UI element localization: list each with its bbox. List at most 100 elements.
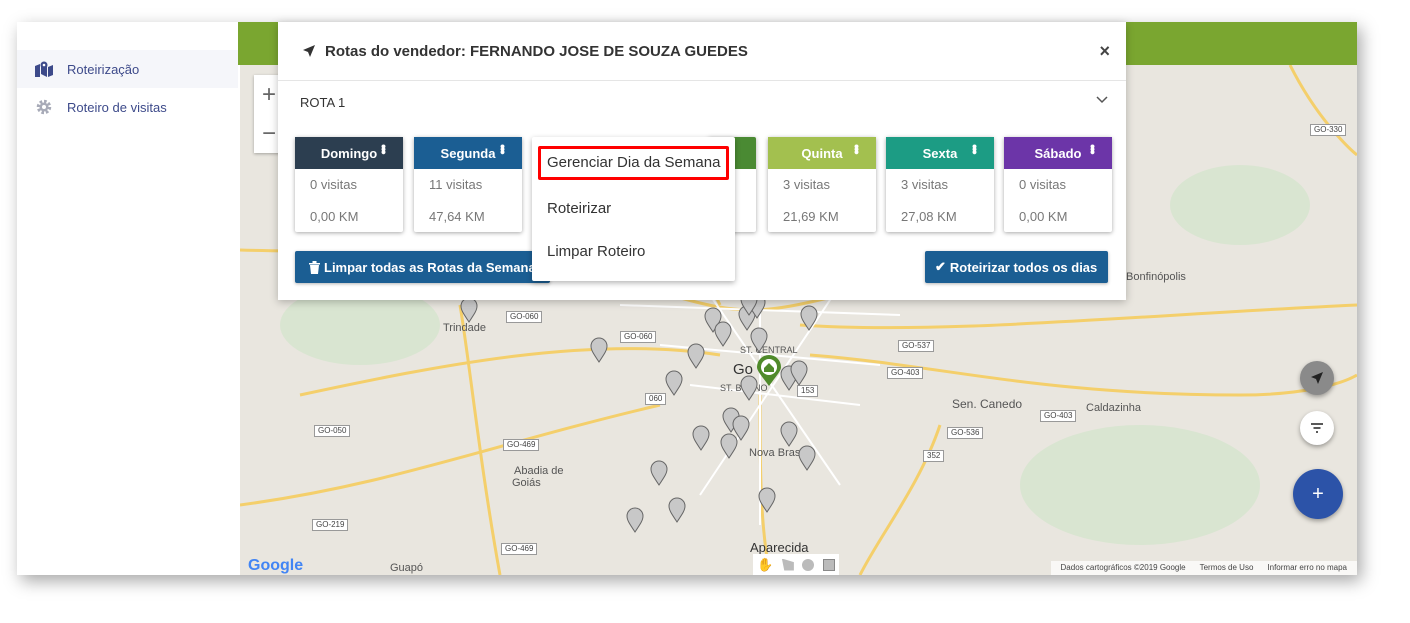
client-marker-icon[interactable] bbox=[687, 343, 705, 369]
day-visits: 11 visitas bbox=[429, 177, 483, 192]
client-marker-icon[interactable] bbox=[692, 425, 710, 451]
day-card-header: Domingo ••• bbox=[295, 137, 403, 169]
client-marker-icon[interactable] bbox=[780, 421, 798, 447]
map-attribution: Dados cartográficos ©2019 Google Termos … bbox=[1050, 561, 1357, 575]
modal-header: Rotas do vendedor: FERNANDO JOSE DE SOUZ… bbox=[278, 22, 1126, 81]
filter-icon bbox=[1311, 423, 1323, 433]
sidebar-item-label: Roteirização bbox=[67, 61, 140, 77]
road-shield: 060 bbox=[645, 393, 667, 405]
client-marker-icon[interactable] bbox=[714, 321, 732, 347]
map-label: Sen. Canedo bbox=[952, 397, 1023, 411]
more-options-icon[interactable]: ••• bbox=[967, 144, 983, 153]
drawing-toolbar: ✋ bbox=[753, 554, 839, 575]
more-options-icon[interactable]: ••• bbox=[849, 144, 865, 153]
menu-item-gerenciar-dia[interactable]: Gerenciar Dia da Semana bbox=[538, 146, 729, 180]
day-card-header: Quinta ••• bbox=[768, 137, 876, 169]
client-marker-icon[interactable] bbox=[750, 327, 768, 353]
day-name: Sábado bbox=[1034, 145, 1082, 161]
modal-title: Rotas do vendedor: FERNANDO JOSE DE SOUZ… bbox=[325, 42, 748, 60]
day-km: 47,64 KM bbox=[429, 209, 485, 224]
day-visits: 3 visitas bbox=[901, 177, 948, 192]
map-label: Caldazinha bbox=[1086, 402, 1142, 414]
day-card-4[interactable]: Sábado ••• 0 visitas 0,00 KM bbox=[1004, 137, 1112, 232]
day-visits: 3 visitas bbox=[783, 177, 830, 192]
rectangle-icon[interactable] bbox=[822, 558, 835, 571]
day-name: Sexta bbox=[922, 145, 958, 161]
client-marker-icon[interactable] bbox=[758, 487, 776, 513]
client-marker-icon[interactable] bbox=[665, 370, 683, 396]
client-marker-icon[interactable] bbox=[668, 497, 686, 523]
trash-icon bbox=[309, 260, 320, 274]
client-marker-icon[interactable] bbox=[798, 445, 816, 471]
road-shield: GO-537 bbox=[898, 340, 935, 352]
road-shield: GO-330 bbox=[1310, 124, 1347, 136]
more-options-icon[interactable]: ••• bbox=[376, 144, 392, 153]
road-shield: GO-060 bbox=[506, 311, 543, 323]
sidebar-item-roteiro-de-visitas[interactable]: Roteiro de visitas bbox=[17, 88, 238, 126]
menu-item-limpar-roteiro[interactable]: Limpar Roteiro bbox=[547, 243, 645, 260]
client-marker-icon[interactable] bbox=[650, 460, 668, 486]
add-button[interactable]: + bbox=[1293, 469, 1343, 519]
attribution-text: Dados cartográficos ©2019 Google bbox=[1060, 563, 1186, 572]
map-label: Guapó bbox=[390, 562, 424, 574]
day-km: 0,00 KM bbox=[1019, 209, 1068, 224]
hand-icon[interactable]: ✋ bbox=[757, 557, 773, 573]
filter-button[interactable] bbox=[1300, 411, 1334, 445]
location-arrow-icon bbox=[303, 45, 315, 57]
day-km: 0,00 KM bbox=[310, 209, 359, 224]
day-km: 21,69 KM bbox=[783, 209, 839, 224]
day-card-1[interactable]: Segunda ••• 11 visitas 47,64 KM bbox=[414, 137, 522, 232]
day-name: Domingo bbox=[320, 145, 378, 161]
day-card-header: Sábado ••• bbox=[1004, 137, 1112, 169]
more-options-icon[interactable]: ••• bbox=[495, 144, 511, 153]
client-marker-icon[interactable] bbox=[720, 433, 738, 459]
terms-link[interactable]: Termos de Uso bbox=[1200, 563, 1254, 575]
map-marker-icon bbox=[34, 61, 54, 77]
map-label: Abadia de bbox=[514, 465, 564, 477]
day-card-2[interactable]: Quinta ••• 3 visitas 21,69 KM bbox=[768, 137, 876, 232]
day-card-3[interactable]: Sexta ••• 3 visitas 27,08 KM bbox=[886, 137, 994, 232]
report-error-link[interactable]: Informar erro no mapa bbox=[1267, 563, 1347, 575]
day-context-menu: Gerenciar Dia da Semana Roteirizar Limpa… bbox=[532, 137, 735, 281]
day-km: 27,08 KM bbox=[901, 209, 957, 224]
close-button[interactable]: × bbox=[1099, 41, 1110, 62]
sidebar: Roteirização Roteiro de visitas bbox=[17, 22, 238, 575]
menu-item-roteirizar[interactable]: Roteirizar bbox=[547, 200, 611, 217]
client-marker-icon[interactable] bbox=[460, 297, 478, 323]
sidebar-item-roteirizacao[interactable]: Roteirização bbox=[17, 50, 238, 88]
google-logo: Google bbox=[248, 557, 304, 574]
sidebar-item-label: Roteiro de visitas bbox=[67, 99, 167, 115]
map-label: Nova Bras bbox=[749, 447, 801, 459]
road-shield: GO-050 bbox=[314, 425, 351, 437]
route-all-days-button[interactable]: ✔ Roteirizar todos os dias bbox=[925, 251, 1108, 283]
home-marker-icon[interactable] bbox=[756, 355, 782, 387]
circle-icon[interactable] bbox=[802, 558, 815, 571]
map-label: Aparecida bbox=[750, 540, 809, 555]
day-card-0[interactable]: Domingo ••• 0 visitas 0,00 KM bbox=[295, 137, 403, 232]
road-shield: GO-219 bbox=[312, 519, 349, 531]
day-card-header: Segunda ••• bbox=[414, 137, 522, 169]
client-marker-icon[interactable] bbox=[790, 360, 808, 386]
map-label: Trindade bbox=[443, 322, 487, 334]
chevron-down-icon[interactable] bbox=[1096, 96, 1108, 104]
clear-all-routes-button[interactable]: Limpar todas as Rotas da Semana bbox=[295, 251, 550, 283]
road-shield: 153 bbox=[797, 385, 819, 397]
road-shield: GO-403 bbox=[887, 367, 924, 379]
map-label: Goiás bbox=[512, 477, 541, 489]
day-name: Segunda bbox=[440, 145, 496, 161]
clear-all-routes-label: Limpar todas as Rotas da Semana bbox=[324, 259, 536, 275]
day-visits: 0 visitas bbox=[1019, 177, 1066, 192]
road-shield: GO-469 bbox=[501, 543, 538, 555]
client-marker-icon[interactable] bbox=[590, 337, 608, 363]
day-name: Quinta bbox=[801, 145, 843, 161]
road-shield: GO-536 bbox=[947, 427, 984, 439]
more-options-icon[interactable]: ••• bbox=[1085, 144, 1101, 153]
route-label[interactable]: ROTA 1 bbox=[300, 95, 345, 110]
client-marker-icon[interactable] bbox=[800, 305, 818, 331]
gear-icon bbox=[34, 99, 54, 115]
road-shield: GO-403 bbox=[1040, 410, 1077, 422]
locate-button[interactable] bbox=[1300, 361, 1334, 395]
client-marker-icon[interactable] bbox=[626, 507, 644, 533]
polygon-icon[interactable] bbox=[781, 558, 794, 571]
route-all-days-label: Roteirizar todos os dias bbox=[949, 259, 1098, 275]
